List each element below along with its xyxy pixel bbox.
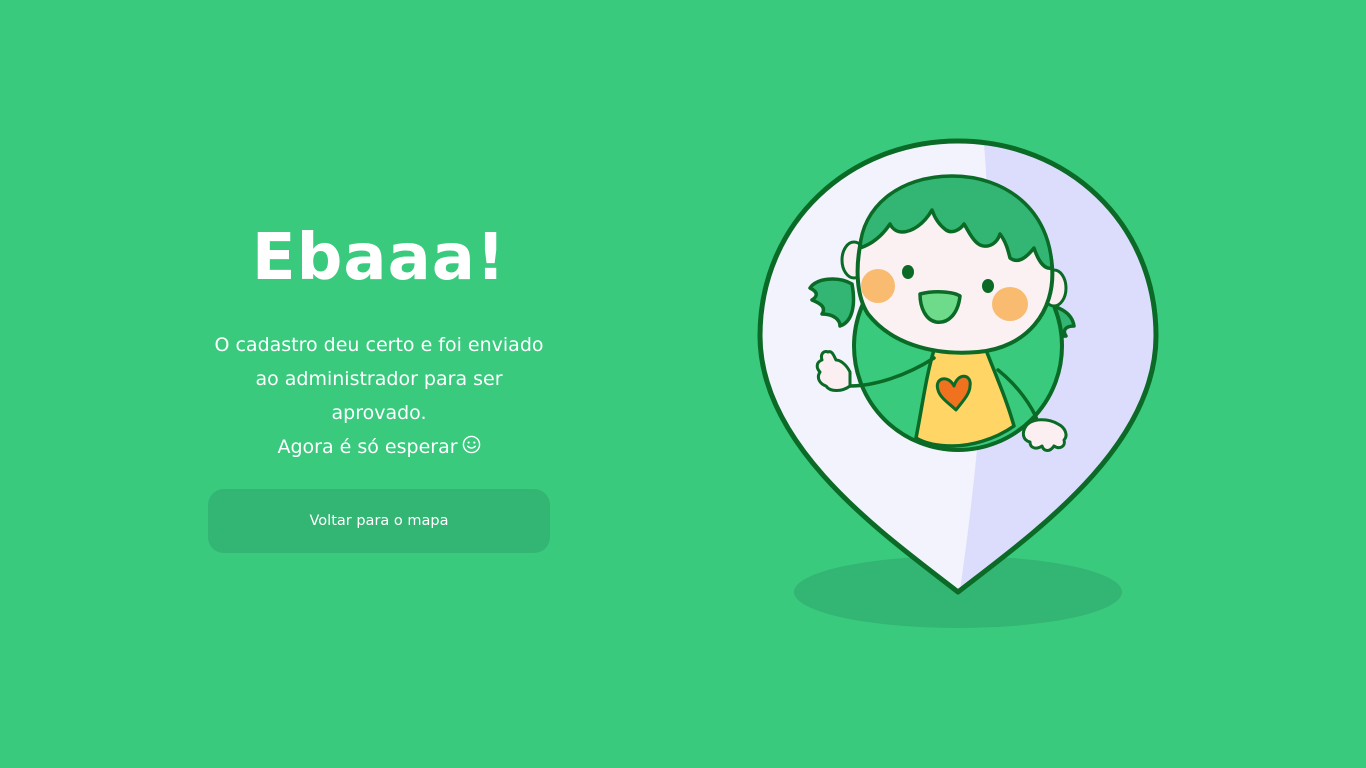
map-pin-girl-illustration	[757, 138, 1159, 628]
success-message: O cadastro deu certo e foi enviado ao ad…	[208, 328, 550, 464]
message-line-2: ao administrador para ser aprovado.	[255, 368, 503, 424]
message-line-3: Agora é só esperar	[277, 436, 458, 458]
message-line-1: O cadastro deu certo e foi enviado	[214, 334, 544, 356]
success-page: Ebaaa! O cadastro deu certo e foi enviad…	[0, 0, 1366, 768]
success-content: Ebaaa! O cadastro deu certo e foi enviad…	[208, 218, 550, 464]
smiley-icon	[462, 435, 480, 454]
back-to-map-button[interactable]: Voltar para o mapa	[208, 489, 550, 553]
message-line-3-wrapper: Agora é só esperar	[208, 430, 550, 464]
page-title: Ebaaa!	[251, 221, 507, 295]
